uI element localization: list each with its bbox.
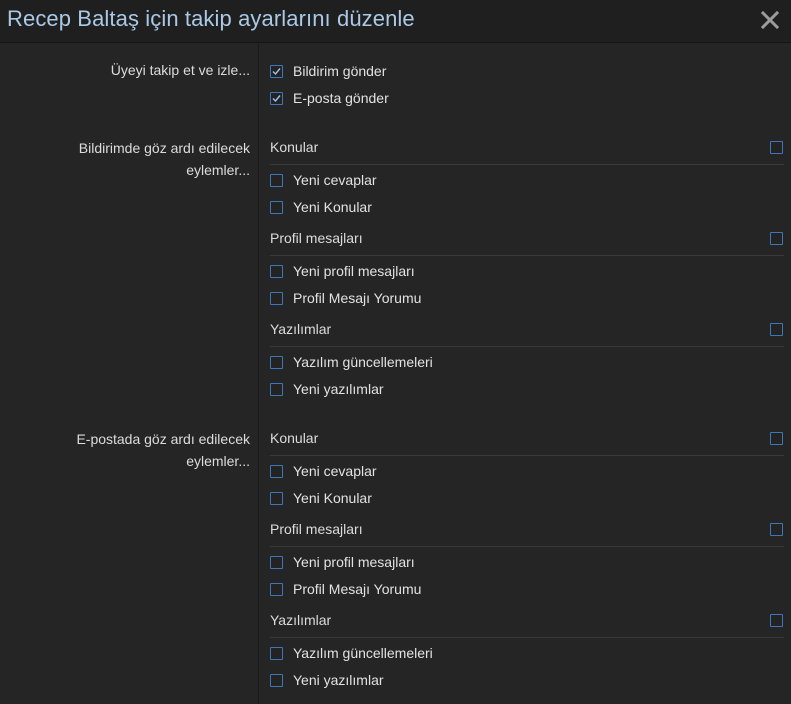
group-title: Yazılımlar: [270, 321, 332, 337]
checkbox-label: Profil Mesajı Yorumu: [293, 581, 422, 597]
group-title: Profil mesajları: [270, 230, 363, 246]
email-ignore-label-line2: eylemler...: [186, 452, 250, 469]
alert-group-konular: Konular: [270, 137, 784, 165]
email-checkbox-software-updates[interactable]: Yazılım güncellemeleri: [270, 643, 433, 663]
checkbox-unchecked-icon[interactable]: [270, 464, 283, 478]
alert-checkbox-profile-message-comment[interactable]: Profil Mesajı Yorumu: [270, 288, 421, 308]
checkbox-checked-icon[interactable]: [270, 64, 283, 78]
checkbox-checked-icon[interactable]: [270, 91, 283, 105]
alert-checkbox-new-replies[interactable]: Yeni cevaplar: [270, 170, 377, 190]
checkbox-unchecked-icon[interactable]: [270, 555, 283, 569]
checkbox-unchecked-icon[interactable]: [270, 200, 283, 214]
group-select-all-checkbox[interactable]: [770, 523, 783, 536]
checkbox-label: Yazılım güncellemeleri: [293, 645, 433, 661]
email-group-profile-messages: Profil mesajları: [270, 519, 784, 547]
group-select-all-checkbox[interactable]: [770, 614, 783, 627]
close-icon[interactable]: [760, 9, 780, 31]
checkbox-unchecked-icon[interactable]: [270, 582, 283, 596]
group-select-all-checkbox[interactable]: [770, 232, 783, 245]
checkbox-unchecked-icon[interactable]: [270, 491, 283, 505]
group-title: Konular: [270, 430, 319, 446]
email-group-konular: Konular: [270, 428, 784, 456]
follow-label: Üyeyi takip et ve izle...: [30, 60, 250, 82]
checkbox-label: Yeni profil mesajları: [293, 263, 415, 279]
email-group-software: Yazılımlar: [270, 610, 784, 638]
checkbox-unchecked-icon[interactable]: [270, 291, 283, 305]
group-select-all-checkbox[interactable]: [770, 141, 783, 154]
email-ignore-label: E-postada göz ardı edilecek eylemler...: [30, 429, 250, 472]
alert-ignore-label-line2: eylemler...: [186, 161, 250, 178]
alert-checkbox-new-profile-messages[interactable]: Yeni profil mesajları: [270, 261, 415, 281]
checkbox-label: Yeni yazılımlar: [293, 381, 384, 397]
dialog-header: Recep Baltaş için takip ayarlarını düzen…: [0, 0, 791, 43]
checkbox-label: Yeni Konular: [293, 199, 372, 215]
checkbox-unchecked-icon[interactable]: [270, 264, 283, 278]
dialog-title: Recep Baltaş için takip ayarlarını düzen…: [7, 6, 415, 31]
checkbox-unchecked-icon[interactable]: [270, 673, 283, 687]
alert-group-profile-messages: Profil mesajları: [270, 228, 784, 256]
email-checkbox-new-threads[interactable]: Yeni Konular: [270, 488, 372, 508]
checkbox-label: Yazılım güncellemeleri: [293, 354, 433, 370]
checkbox-send-email[interactable]: E-posta gönder: [270, 88, 389, 108]
group-select-all-checkbox[interactable]: [770, 323, 783, 336]
checkbox-label: Profil Mesajı Yorumu: [293, 290, 422, 306]
checkbox-unchecked-icon[interactable]: [270, 382, 283, 396]
alert-checkbox-new-threads[interactable]: Yeni Konular: [270, 197, 372, 217]
checkbox-label: Yeni Konular: [293, 490, 372, 506]
group-title: Konular: [270, 139, 319, 155]
checkbox-label: E-posta gönder: [293, 90, 389, 106]
email-checkbox-new-replies[interactable]: Yeni cevaplar: [270, 461, 377, 481]
checkbox-label: Bildirim gönder: [293, 63, 387, 79]
group-select-all-checkbox[interactable]: [770, 432, 783, 445]
group-title: Profil mesajları: [270, 521, 363, 537]
email-checkbox-new-profile-messages[interactable]: Yeni profil mesajları: [270, 552, 415, 572]
alert-ignore-label-line1: Bildirimde göz ardı edilecek: [78, 140, 250, 156]
checkbox-label: Yeni cevaplar: [293, 172, 377, 188]
alert-checkbox-new-software[interactable]: Yeni yazılımlar: [270, 379, 384, 399]
email-ignore-label-line1: E-postada göz ardı edilecek: [76, 431, 250, 447]
checkbox-label: Yeni yazılımlar: [293, 672, 384, 688]
alert-ignore-label: Bildirimde göz ardı edilecek eylemler...: [30, 138, 250, 181]
follow-label-text: Üyeyi takip et ve izle...: [110, 62, 250, 78]
group-title: Yazılımlar: [270, 612, 332, 628]
checkbox-unchecked-icon[interactable]: [270, 355, 283, 369]
checkbox-label: Yeni profil mesajları: [293, 554, 415, 570]
checkbox-unchecked-icon[interactable]: [270, 173, 283, 187]
alert-checkbox-software-updates[interactable]: Yazılım güncellemeleri: [270, 352, 433, 372]
email-checkbox-new-software[interactable]: Yeni yazılımlar: [270, 670, 384, 690]
checkbox-label: Yeni cevaplar: [293, 463, 377, 479]
email-checkbox-profile-message-comment[interactable]: Profil Mesajı Yorumu: [270, 579, 421, 599]
checkbox-send-alert[interactable]: Bildirim gönder: [270, 61, 386, 81]
checkbox-unchecked-icon[interactable]: [270, 646, 283, 660]
follow-settings-dialog: Recep Baltaş için takip ayarlarını düzen…: [0, 0, 791, 704]
alert-group-software: Yazılımlar: [270, 319, 784, 347]
